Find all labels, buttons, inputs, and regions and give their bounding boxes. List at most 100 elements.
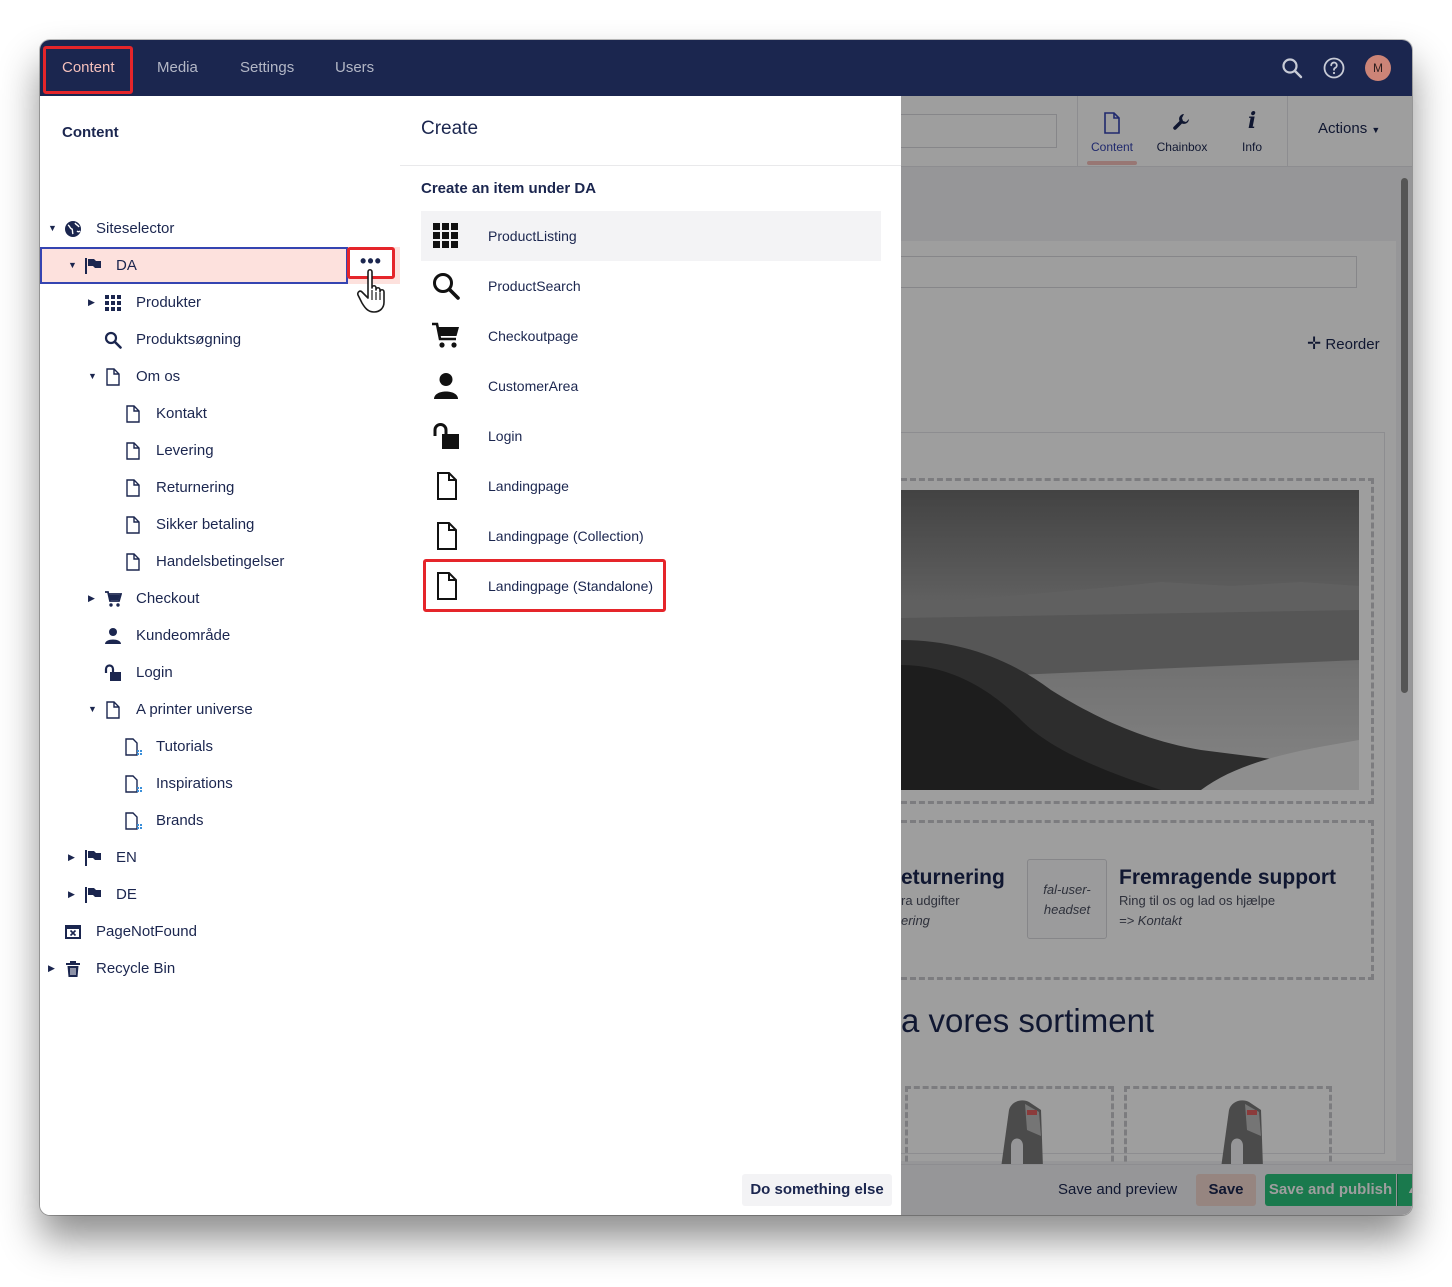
- tree-node-pagenotfound[interactable]: PageNotFound: [40, 913, 400, 950]
- tree-node-label: Siteselector: [96, 220, 175, 237]
- document-list-icon: [125, 738, 142, 756]
- grid-icon: [105, 295, 121, 311]
- nav-settings[interactable]: Settings: [240, 40, 294, 96]
- tree-node-recycle-bin[interactable]: ▶ Recycle Bin: [40, 950, 400, 987]
- nav-content-highlight: [43, 46, 133, 94]
- create-type-landingpage-collection[interactable]: Landingpage (Collection): [421, 511, 881, 561]
- create-type-productlisting[interactable]: ProductListing: [421, 211, 881, 261]
- document-icon: [437, 472, 457, 500]
- tree-node-inspirations[interactable]: Inspirations: [40, 765, 400, 802]
- caret-down-icon[interactable]: ▼: [48, 210, 60, 247]
- tree-node-label: Handelsbetingelser: [156, 553, 285, 570]
- cart-icon: [105, 591, 122, 607]
- tree-node-label: Recycle Bin: [96, 960, 176, 977]
- document-list-icon: [125, 775, 142, 793]
- search-icon: [433, 273, 460, 300]
- document-icon: [437, 522, 457, 550]
- caret-right-icon[interactable]: ▶: [68, 839, 80, 876]
- create-dialog-title: Create: [421, 118, 479, 139]
- create-type-label: Checkoutpage: [488, 328, 579, 344]
- grid-icon: [433, 223, 458, 248]
- user-icon: [105, 628, 121, 644]
- cart-icon: [432, 322, 459, 348]
- flag-icon: [85, 887, 101, 903]
- top-navigation: Content Media Settings Users M: [40, 40, 1412, 96]
- document-list-icon: [125, 812, 142, 830]
- create-type-label: CustomerArea: [488, 378, 579, 394]
- document-icon: [126, 553, 140, 571]
- unlock-icon: [104, 664, 121, 681]
- tree-node-checkout[interactable]: ▶ Checkout: [40, 580, 400, 617]
- tree-node-label: Kontakt: [156, 405, 207, 422]
- tree-node-label: Tutorials: [156, 738, 213, 755]
- caret-right-icon[interactable]: ▶: [68, 876, 80, 913]
- tree-node-returnering[interactable]: Returnering: [40, 469, 400, 506]
- tree-node-label: Kundeområde: [136, 627, 231, 644]
- selected-node-outline: [40, 247, 348, 284]
- tree-node-label: Login: [136, 664, 173, 681]
- tree-node-kontakt[interactable]: Kontakt: [40, 395, 400, 432]
- document-icon: [126, 479, 140, 497]
- tree-node-label: Levering: [156, 442, 214, 459]
- document-icon: [126, 516, 140, 534]
- create-type-checkoutpage[interactable]: Checkoutpage: [421, 311, 881, 361]
- create-type-landingpage[interactable]: Landingpage: [421, 461, 881, 511]
- tree-node-label: Checkout: [136, 590, 200, 607]
- create-type-label: Landingpage (Collection): [488, 528, 644, 544]
- document-icon: [106, 368, 120, 386]
- create-dialog-subtitle: Create an item under DA: [421, 180, 597, 197]
- tree-node-label: Brands: [156, 812, 204, 829]
- tree-node-label: Sikker betaling: [156, 516, 255, 533]
- tree-node-levering[interactable]: Levering: [40, 432, 400, 469]
- user-icon: [434, 373, 458, 399]
- help-icon[interactable]: [1322, 56, 1346, 80]
- create-type-label: ProductSearch: [488, 278, 581, 294]
- create-type-customerarea[interactable]: CustomerArea: [421, 361, 881, 411]
- tree-node-label: PageNotFound: [96, 923, 197, 940]
- tree-node-sikker-betaling[interactable]: Sikker betaling: [40, 506, 400, 543]
- user-avatar[interactable]: M: [1365, 55, 1391, 81]
- tree-node-produkter[interactable]: ▶ Produkter: [40, 284, 400, 321]
- tree-node-siteselector[interactable]: ▼ Siteselector: [40, 210, 400, 247]
- create-type-productsearch[interactable]: ProductSearch: [421, 261, 881, 311]
- app-window: Content Media Settings Users M Content C…: [40, 40, 1412, 1215]
- tree-node-kundeomrade[interactable]: Kundeområde: [40, 617, 400, 654]
- do-something-else-button[interactable]: Do something else: [742, 1174, 892, 1206]
- tree-node-produktsogning[interactable]: Produktsøgning: [40, 321, 400, 358]
- unlock-icon: [433, 423, 459, 449]
- tree-node-login[interactable]: Login: [40, 654, 400, 691]
- caret-right-icon[interactable]: ▶: [88, 580, 100, 617]
- create-type-label: Login: [488, 428, 523, 444]
- tree-node-brands[interactable]: Brands: [40, 802, 400, 839]
- search-icon[interactable]: [1280, 56, 1304, 80]
- tree-node-label: Om os: [136, 368, 181, 385]
- create-type-label: Landingpage: [488, 478, 569, 494]
- modal-overlay[interactable]: [901, 96, 1412, 1215]
- caret-down-icon[interactable]: ▼: [88, 358, 100, 395]
- tree-node-handelsbetingelser[interactable]: Handelsbetingelser: [40, 543, 400, 580]
- caret-right-icon[interactable]: ▶: [48, 950, 60, 987]
- create-type-label: ProductListing: [488, 228, 577, 244]
- window-close-icon: [65, 925, 81, 939]
- nav-media[interactable]: Media: [157, 40, 198, 96]
- tree-node-de[interactable]: ▶ DE: [40, 876, 400, 913]
- nav-users[interactable]: Users: [335, 40, 374, 96]
- trash-icon: [66, 961, 80, 977]
- content-tree-panel: Content ▼ Siteselector ▼ DA ••• ▶ Produk…: [40, 96, 401, 1215]
- tree-node-label: A printer universe: [136, 701, 253, 718]
- document-icon: [106, 701, 120, 719]
- tree-node-en[interactable]: ▶ EN: [40, 839, 400, 876]
- globe-icon: [65, 221, 81, 237]
- tree-node-a-printer-universe[interactable]: ▼ A printer universe: [40, 691, 400, 728]
- tree-node-label: Produktsøgning: [136, 331, 242, 348]
- caret-down-icon[interactable]: ▼: [88, 691, 100, 728]
- create-dialog-header: Create: [400, 96, 901, 166]
- tree-node-tutorials[interactable]: Tutorials: [40, 728, 400, 765]
- caret-right-icon[interactable]: ▶: [88, 284, 100, 321]
- tree-node-label: Produkter: [136, 294, 202, 311]
- create-type-login[interactable]: Login: [421, 411, 881, 461]
- tree-node-label: Returnering: [156, 479, 235, 496]
- search-icon: [104, 331, 122, 349]
- tree-node-om-os[interactable]: ▼ Om os: [40, 358, 400, 395]
- create-dialog: Create Create an item under DA ProductLi…: [400, 96, 901, 1215]
